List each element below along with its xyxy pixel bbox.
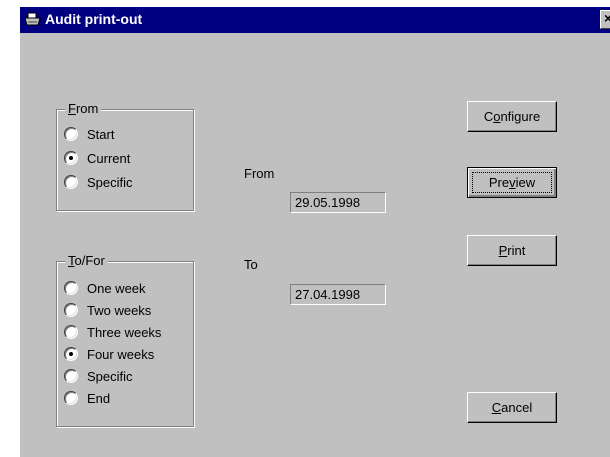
close-icon: × (604, 10, 610, 26)
from-group-legend: From (65, 101, 102, 117)
printer-icon (24, 12, 41, 26)
radio-from-specific[interactable]: Specific (64, 172, 133, 192)
radio-from-current[interactable]: Current (64, 148, 130, 168)
from-group: From Start Current Specific (56, 101, 194, 211)
radio-label: Current (87, 150, 131, 166)
radio-button[interactable] (64, 369, 78, 383)
radio-label: One week (87, 280, 146, 296)
radio-button[interactable] (64, 175, 78, 189)
radio-button[interactable] (64, 325, 78, 339)
radio-from-start[interactable]: Start (64, 124, 114, 144)
radio-to-specific[interactable]: Specific (64, 366, 133, 386)
radio-label: Start (87, 126, 115, 142)
radio-button[interactable] (64, 347, 78, 361)
radio-to-three-weeks[interactable]: Three weeks (64, 322, 161, 342)
to-date-label: To (244, 257, 258, 272)
radio-button[interactable] (64, 303, 78, 317)
title-bar[interactable]: Audit print-out × (20, 7, 610, 33)
preview-button[interactable]: Preview (467, 167, 557, 198)
configure-button[interactable]: Configure (467, 101, 557, 132)
audit-dialog: Audit print-out × From Start Current Spe… (20, 7, 610, 457)
radio-label: Specific (87, 368, 133, 384)
radio-label: Four weeks (87, 346, 155, 362)
focus-rectangle (472, 172, 552, 193)
close-button[interactable]: × (600, 10, 610, 29)
radio-button[interactable] (64, 391, 78, 405)
radio-button[interactable] (64, 151, 78, 165)
cancel-button[interactable]: Cancel (467, 392, 557, 423)
from-date-label: From (244, 166, 275, 181)
to-for-group: To/For One week Two weeks Three weeks Fo… (56, 253, 194, 427)
radio-label: End (87, 390, 111, 406)
radio-to-one-week[interactable]: One week (64, 278, 146, 298)
radio-label: Three weeks (87, 324, 162, 340)
print-button[interactable]: Print (467, 235, 557, 266)
window-title: Audit print-out (45, 11, 143, 27)
to-for-group-legend: To/For (65, 253, 108, 269)
radio-button[interactable] (64, 281, 78, 295)
from-date-field[interactable]: 29.05.1998 (290, 192, 386, 213)
radio-to-end[interactable]: End (64, 388, 110, 408)
to-date-field[interactable]: 27.04.1998 (290, 284, 386, 305)
radio-to-four-weeks[interactable]: Four weeks (64, 344, 154, 364)
radio-label: Specific (87, 174, 133, 190)
radio-to-two-weeks[interactable]: Two weeks (64, 300, 151, 320)
radio-label: Two weeks (87, 302, 152, 318)
radio-button[interactable] (64, 127, 78, 141)
